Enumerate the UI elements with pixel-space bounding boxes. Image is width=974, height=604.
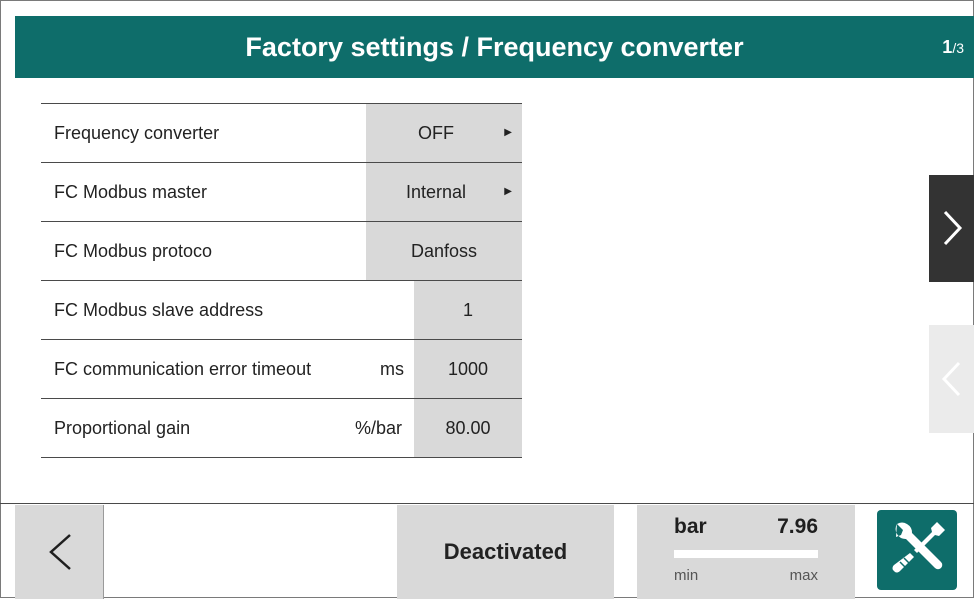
setting-label: FC Modbus protoco [54, 241, 213, 261]
page-indicator: 1/3 [942, 16, 964, 78]
next-page-button[interactable] [929, 175, 974, 282]
status-indicator: Deactivated [397, 505, 614, 599]
gauge-bar [674, 550, 818, 558]
setting-label: Frequency converter [54, 123, 220, 143]
tools-button[interactable] [877, 510, 957, 590]
setting-row-modbus-protocol: FC Modbus protoco Danfoss [41, 221, 522, 280]
chevron-left-icon [941, 361, 961, 397]
setting-row-frequency-converter: Frequency converter OFF ▶ [41, 103, 522, 162]
setting-value-field[interactable]: 1 [414, 281, 522, 339]
setting-unit: %/bar [355, 418, 403, 438]
page-title: Factory settings / Frequency converter [245, 32, 744, 62]
setting-value: Danfoss [410, 241, 478, 261]
previous-page-button[interactable] [929, 325, 974, 433]
chevron-right-icon [943, 210, 963, 246]
setting-value-dropdown[interactable]: Internal ▶ [366, 163, 522, 221]
footer-bar: Deactivated bar 7.96 min max [0, 503, 974, 599]
gauge-unit: bar [674, 515, 707, 538]
setting-value: 1000 [447, 359, 489, 379]
setting-label: FC communication error timeout [54, 359, 312, 379]
setting-value: 1 [462, 300, 473, 320]
setting-value-dropdown[interactable]: OFF ▶ [366, 104, 522, 162]
page-current: 1 [942, 37, 953, 57]
setting-row-slave-address: FC Modbus slave address 1 [41, 280, 522, 339]
setting-value-field[interactable]: 1000 [414, 340, 522, 398]
setting-label: Proportional gain [54, 418, 191, 438]
gauge-min-label: min [674, 567, 699, 584]
gauge-max-label: max [789, 567, 818, 584]
setting-value-field[interactable]: 80.00 [414, 399, 522, 457]
setting-row-proportional-gain: Proportional gain %/bar 80.00 [41, 398, 522, 458]
setting-value-field[interactable]: Danfoss [366, 222, 522, 280]
gauge-value: 7.96 [777, 515, 818, 538]
setting-unit: ms [380, 359, 404, 379]
back-button[interactable] [15, 505, 104, 599]
setting-value: OFF [418, 123, 454, 143]
triangle-right-icon: ▶ [504, 127, 512, 138]
pressure-gauge: bar 7.96 min max [637, 505, 855, 599]
chevron-left-icon [49, 534, 71, 570]
wrench-screwdriver-icon [892, 522, 945, 573]
setting-value: 80.00 [445, 418, 491, 438]
setting-value: Internal [405, 182, 467, 202]
setting-row-error-timeout: FC communication error timeout ms 1000 [41, 339, 522, 398]
triangle-right-icon: ▶ [504, 186, 512, 197]
settings-table: Frequency converter OFF ▶ FC Modbus mast… [41, 103, 522, 458]
page-total: /3 [952, 40, 964, 56]
setting-label: FC Modbus master [54, 182, 208, 202]
page-header: Factory settings / Frequency converter 1… [15, 16, 974, 78]
setting-label: FC Modbus slave address [54, 300, 264, 320]
gauge-bar-fill [674, 550, 818, 558]
setting-row-modbus-master: FC Modbus master Internal ▶ [41, 162, 522, 221]
